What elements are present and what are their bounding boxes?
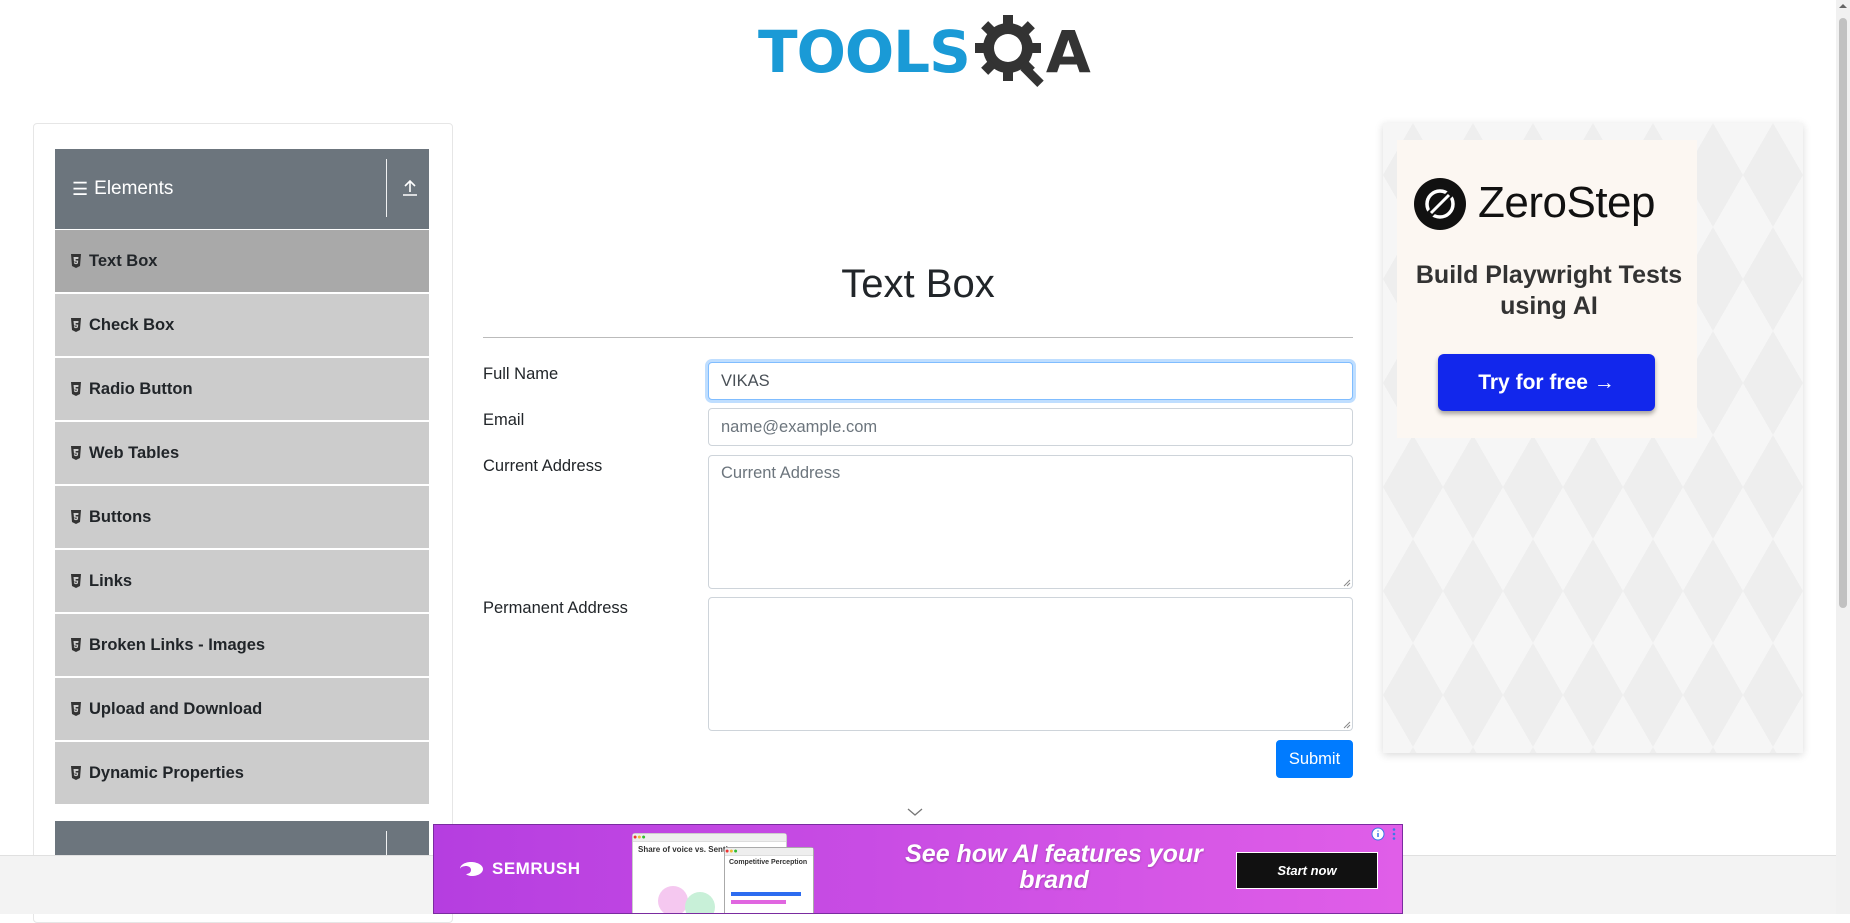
- email-input[interactable]: [708, 408, 1353, 446]
- sidebar-item-label: Broken Links - Images: [89, 635, 266, 654]
- gear-magnifier-icon: [974, 15, 1044, 87]
- resize-grip-icon[interactable]: [1341, 577, 1351, 587]
- html5-icon: [71, 318, 81, 332]
- email-label: Email: [483, 411, 525, 429]
- sidebar-item-label: Dynamic Properties: [89, 763, 244, 782]
- info-icon[interactable]: [1371, 827, 1385, 841]
- sidebar-item-label: Links: [89, 571, 133, 590]
- header-divider: [386, 159, 387, 217]
- semrush-ad[interactable]: SEMRUSH ●●● Share of voice vs. Sentim ●●…: [433, 824, 1403, 914]
- html5-icon: [71, 510, 81, 524]
- resize-grip-icon[interactable]: [1341, 719, 1351, 729]
- menu-icon: ☰: [72, 178, 89, 199]
- sidebar-item-radio-button[interactable]: Radio Button: [55, 358, 429, 420]
- sidebar-item-label: Radio Button: [89, 379, 193, 398]
- ad-screenshot-2: ●●● Competitive Perception: [724, 847, 814, 913]
- start-now-button[interactable]: Start now: [1236, 852, 1378, 889]
- more-vertical-icon[interactable]: [1389, 827, 1399, 841]
- sidebar-item-links[interactable]: Links: [55, 550, 429, 612]
- logo-text: TOOLS: [758, 18, 971, 86]
- html5-icon: [71, 638, 81, 652]
- permanent-address-textarea[interactable]: [708, 597, 1353, 731]
- scrollbar-thumb[interactable]: [1839, 18, 1847, 608]
- sidebar-item-label: Upload and Download: [89, 699, 263, 718]
- semrush-brand: SEMRUSH: [492, 859, 581, 878]
- html5-icon: [71, 382, 81, 396]
- title-divider: [483, 337, 1353, 338]
- html5-icon: [71, 702, 81, 716]
- sidebar-item-label: Check Box: [89, 315, 175, 334]
- html5-icon: [71, 574, 81, 588]
- sidebar-item-label: Buttons: [89, 507, 152, 526]
- permanent-address-label: Permanent Address: [483, 599, 628, 617]
- zerostep-brand: ZeroStep: [1478, 178, 1655, 227]
- sidebar-item-buttons[interactable]: Buttons: [55, 486, 429, 548]
- collapse-up-icon[interactable]: [399, 177, 421, 199]
- ad-shot2-title: Competitive Perception: [729, 859, 808, 866]
- full-name-input[interactable]: [708, 362, 1353, 400]
- semrush-logo: SEMRUSH: [458, 859, 581, 879]
- submit-button[interactable]: Submit: [1276, 740, 1353, 778]
- sidebar-item-label: Web Tables: [89, 443, 180, 462]
- current-address-textarea[interactable]: [708, 455, 1353, 589]
- sidebar-item-upload-download[interactable]: Upload and Download: [55, 678, 429, 740]
- page-title: Text Box: [841, 262, 995, 306]
- sidebar-item-label: Text Box: [89, 251, 158, 270]
- current-address-label: Current Address: [483, 457, 603, 475]
- sidebar-menu: Text Box Check Box Radio Button Web Tabl…: [55, 230, 429, 806]
- semrush-fire-icon: [460, 862, 483, 876]
- zerostep-logo-icon: [1414, 178, 1466, 230]
- html5-icon: [71, 254, 81, 268]
- sidebar-item-broken-links[interactable]: Broken Links - Images: [55, 614, 429, 676]
- html5-icon: [71, 766, 81, 780]
- sidebar-item-web-tables[interactable]: Web Tables: [55, 422, 429, 484]
- ad-headline: See how AI features your brand: [905, 840, 1203, 894]
- elements-group-header[interactable]: ☰ Elements: [55, 149, 429, 229]
- html5-icon: [71, 446, 81, 460]
- sidebar-item-text-box[interactable]: Text Box: [55, 230, 429, 292]
- logo-suffix: A: [1045, 18, 1091, 86]
- scroll-up-arrow-icon[interactable]: [1838, 2, 1848, 10]
- try-for-free-button[interactable]: Try for free →: [1438, 354, 1655, 411]
- full-name-label: Full Name: [483, 365, 559, 383]
- chevron-down-icon[interactable]: [906, 806, 924, 818]
- sidebar-item-dynamic-properties[interactable]: Dynamic Properties: [55, 742, 429, 804]
- sidebar-item-check-box[interactable]: Check Box: [55, 294, 429, 356]
- zerostep-tagline: Build Playwright Tests using AI: [1415, 261, 1683, 320]
- toolsqa-logo[interactable]: TOOLS A: [758, 14, 1091, 90]
- group-title: Elements: [94, 178, 174, 199]
